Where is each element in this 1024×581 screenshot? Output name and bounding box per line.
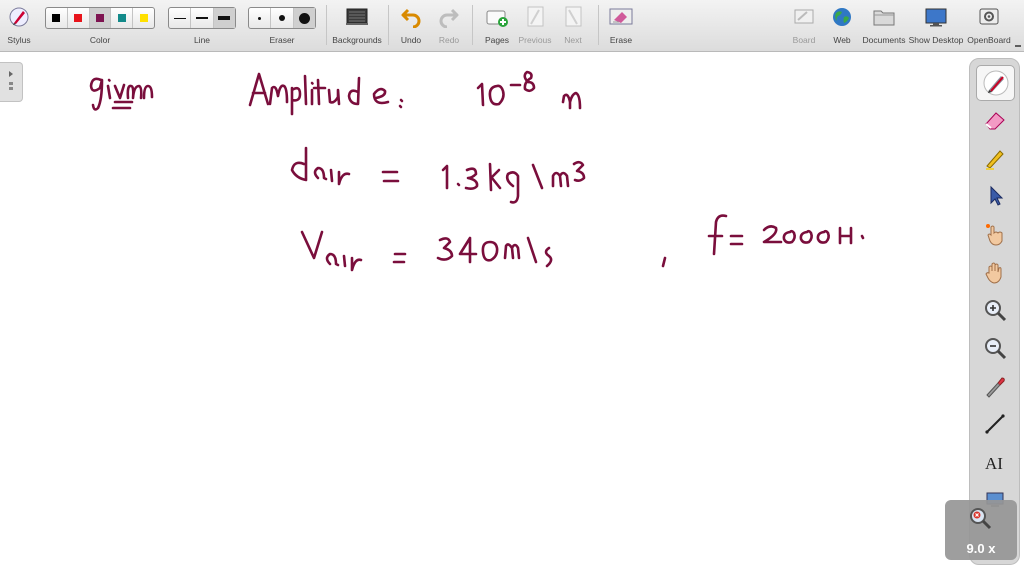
highlighter-icon: [985, 150, 1004, 170]
documents-label: Documents: [862, 35, 906, 45]
top-toolbar: Stylus Color Line Eraser Backgrounds Und…: [0, 0, 1024, 52]
color-label: Color: [89, 35, 111, 45]
color-black[interactable]: [46, 8, 68, 28]
add-page-icon: [486, 10, 508, 27]
zoom-out-button[interactable]: [976, 331, 1013, 365]
board-icon: [794, 9, 814, 24]
redo-icon: [439, 8, 459, 28]
eraser-size-selector: [248, 7, 316, 29]
text-tool-icon: AI: [985, 454, 1003, 473]
board-label: Board: [792, 35, 816, 45]
line-medium[interactable]: [191, 8, 214, 28]
openboard-menu-icon: [979, 8, 999, 25]
eraser-icon: [984, 112, 1005, 130]
redo-button[interactable]: Redo: [434, 0, 464, 51]
next-label: Next: [564, 35, 582, 45]
hand-icon: [984, 262, 1001, 284]
zoom-in-icon: [984, 300, 1006, 322]
capture-tool-button[interactable]: [976, 369, 1013, 403]
previous-page-icon: [527, 6, 544, 27]
undo-label: Undo: [400, 35, 422, 45]
show-desktop-button[interactable]: Show Desktop: [908, 0, 964, 51]
color-yellow[interactable]: [133, 8, 154, 28]
toolbar-separator: [598, 5, 599, 45]
stylus-label: Stylus: [7, 35, 31, 45]
pointer-icon: [990, 185, 1003, 206]
erase-button[interactable]: Erase: [604, 0, 638, 51]
previous-button[interactable]: Previous: [516, 0, 554, 51]
undo-button[interactable]: Undo: [396, 0, 426, 51]
magnifier-icon: [970, 508, 992, 530]
color-group: Color: [44, 0, 156, 51]
pen-icon: [983, 70, 1008, 96]
tools-palette: AI: [969, 58, 1020, 565]
zoom-in-button[interactable]: [976, 293, 1013, 327]
eraser-small[interactable]: [249, 8, 272, 28]
folder-icon: [873, 10, 895, 26]
minimize-icon[interactable]: [1014, 40, 1022, 48]
pages-panel-tab[interactable]: [0, 62, 23, 102]
pen-tool-button[interactable]: [976, 65, 1015, 101]
backgrounds-button[interactable]: Backgrounds: [330, 0, 384, 51]
eraser-label: Eraser: [269, 35, 295, 45]
openboard-label: OpenBoard: [967, 35, 1011, 45]
text-tool-button[interactable]: AI: [976, 445, 1013, 479]
documents-button[interactable]: Documents: [862, 0, 906, 51]
handwritten-ink: [89, 70, 865, 272]
laser-pointer-button[interactable]: [976, 217, 1013, 251]
expand-arrow-icon: [9, 71, 13, 90]
eraser-large[interactable]: [293, 8, 315, 28]
zoom-out-icon: [984, 338, 1006, 360]
previous-label: Previous: [518, 35, 552, 45]
pointer-tool-button[interactable]: [976, 179, 1013, 213]
laser-pointer-icon: [985, 224, 1002, 246]
backgrounds-icon: [346, 8, 368, 25]
openboard-button[interactable]: OpenBoard: [966, 0, 1012, 51]
show-desktop-label: Show Desktop: [908, 35, 964, 45]
web-label: Web: [833, 35, 851, 45]
line-thin[interactable]: [169, 8, 192, 28]
zoom-level: 9.0 x: [966, 541, 996, 556]
undo-icon: [401, 8, 421, 28]
board-button[interactable]: Board: [788, 0, 820, 51]
capture-icon: [985, 377, 1005, 398]
color-red[interactable]: [68, 8, 90, 28]
next-page-icon: [565, 6, 582, 27]
web-button[interactable]: Web: [826, 0, 858, 51]
pages-button[interactable]: Pages: [480, 0, 514, 51]
zoom-indicator: 9.0 x: [945, 500, 1017, 560]
color-maroon[interactable]: [89, 8, 112, 28]
toolbar-separator: [388, 5, 389, 45]
whiteboard-canvas[interactable]: [0, 52, 968, 576]
eraser-group: Eraser: [248, 0, 316, 51]
line-label: Line: [193, 35, 211, 45]
highlighter-tool-button[interactable]: [976, 141, 1013, 175]
next-button[interactable]: Next: [556, 0, 590, 51]
erase-board-icon: [609, 8, 633, 25]
line-group: Line: [168, 0, 236, 51]
erase-label: Erase: [609, 35, 633, 45]
color-teal[interactable]: [111, 8, 134, 28]
eraser-medium[interactable]: [271, 8, 294, 28]
eraser-tool-button[interactable]: [976, 103, 1013, 137]
toolbar-separator: [472, 5, 473, 45]
globe-icon: [833, 8, 851, 26]
line-tool-icon: [984, 414, 1005, 434]
desktop-icon: [925, 8, 947, 27]
stylus-icon: [9, 7, 29, 27]
color-palette: [45, 7, 155, 29]
toolbar-separator: [326, 5, 327, 45]
redo-label: Redo: [438, 35, 460, 45]
stylus-button[interactable]: Stylus: [0, 0, 38, 51]
line-thick[interactable]: [213, 8, 235, 28]
svg-text:AI: AI: [985, 454, 1003, 473]
backgrounds-label: Backgrounds: [332, 35, 382, 45]
pages-label: Pages: [484, 35, 510, 45]
line-tool-button[interactable]: [976, 407, 1013, 441]
line-width-selector: [168, 7, 236, 29]
hand-tool-button[interactable]: [976, 255, 1013, 289]
